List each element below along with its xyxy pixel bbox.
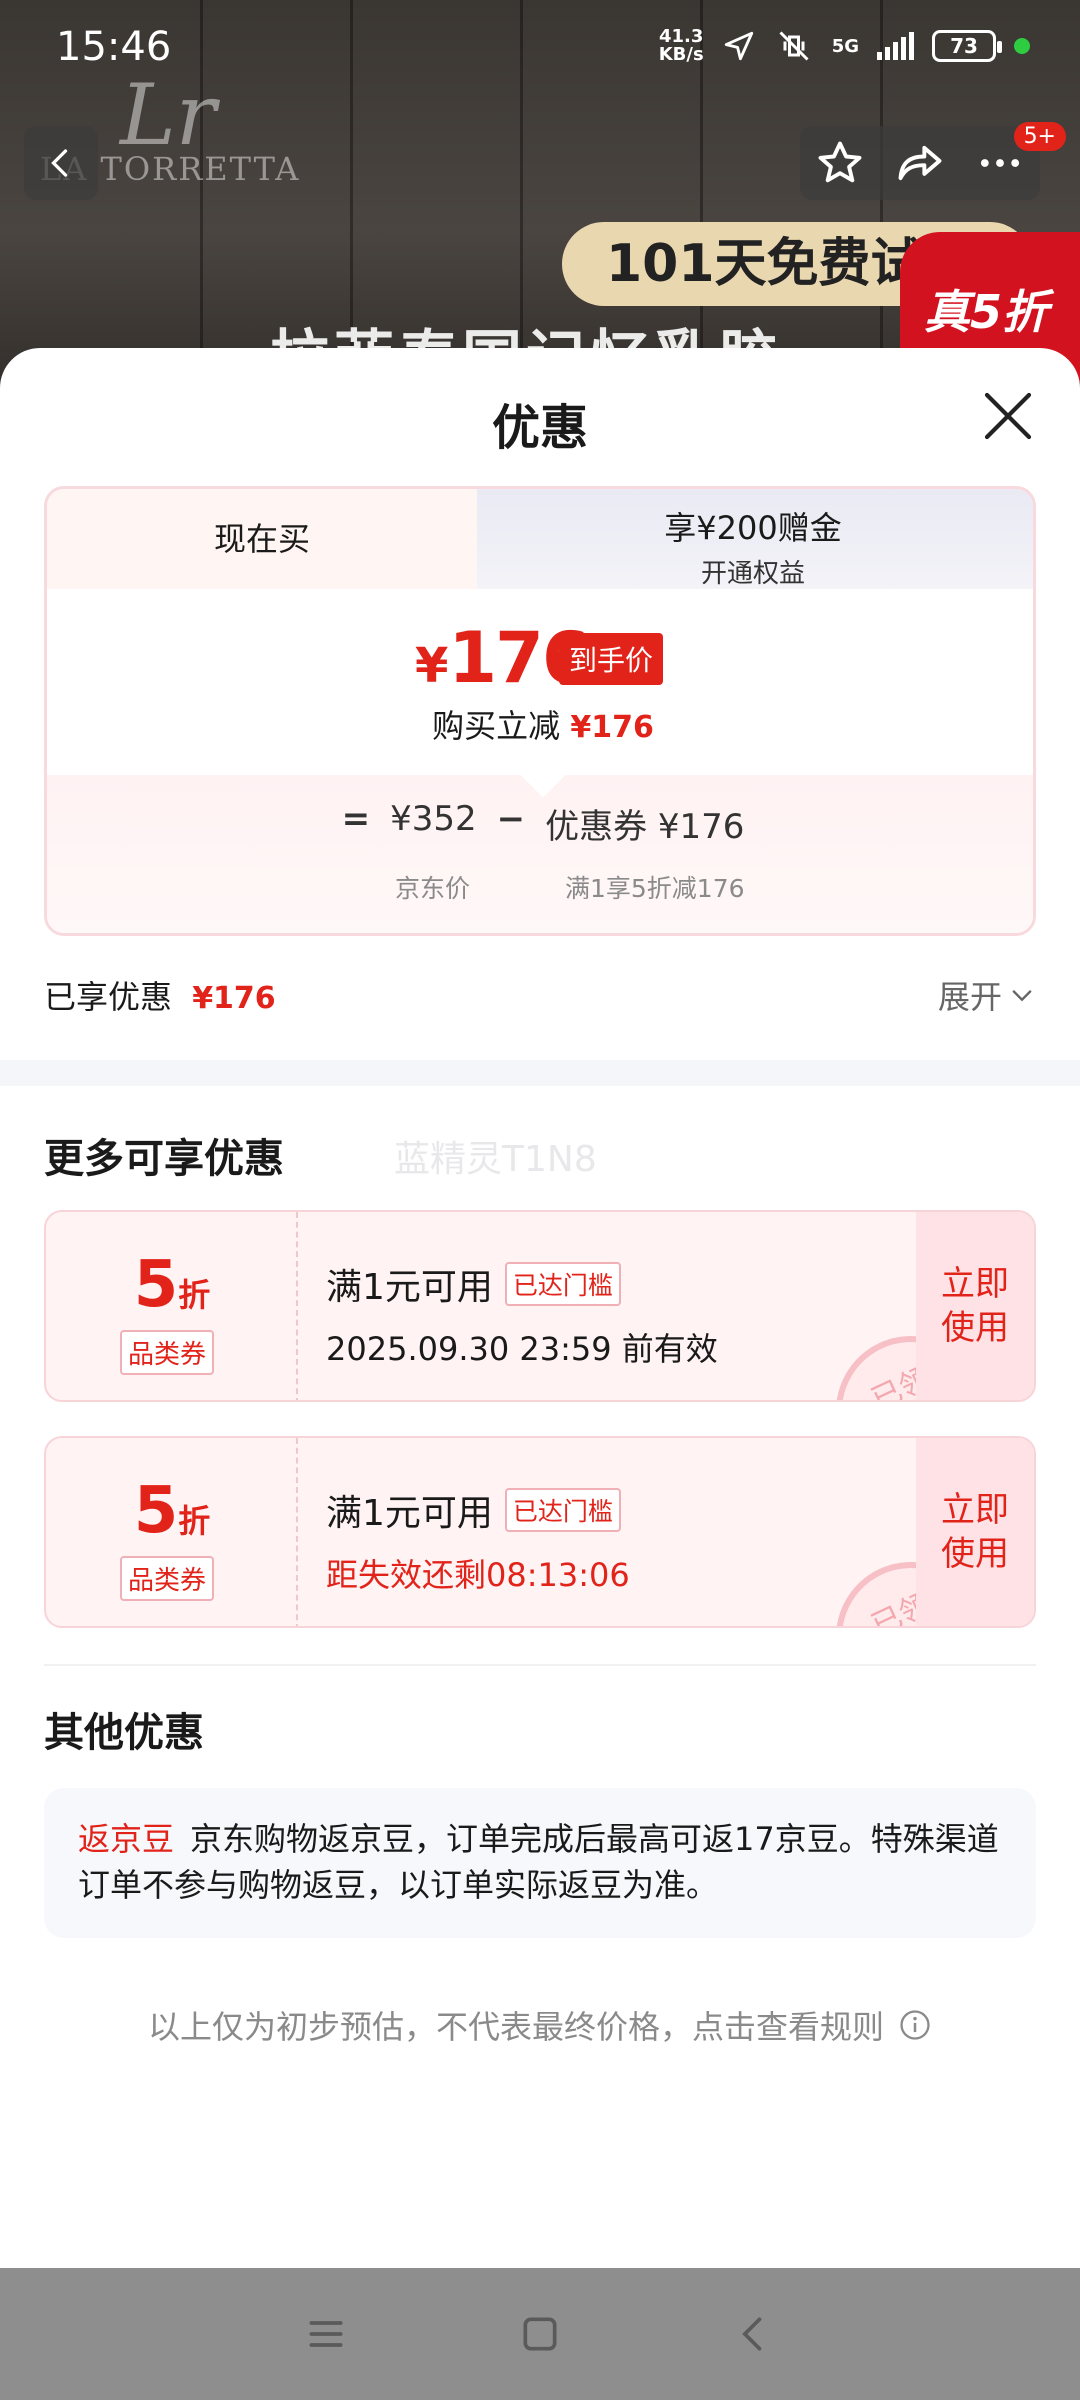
system-nav-bar: [0, 2268, 1080, 2400]
status-icons: 41.3 KB/s 5G 73: [659, 28, 1030, 64]
price-breakdown: = ¥352 − 优惠券 ¥176 京东价 满1享5折减176: [47, 752, 1033, 933]
coupon-condition: 满1元可用: [326, 1493, 493, 1534]
tab-buy-now[interactable]: 现在买: [47, 489, 477, 589]
use-now-label-2: 使用: [941, 1308, 1009, 1348]
info-icon: [900, 2010, 930, 2040]
net-speed: 41.3 KB/s: [659, 28, 704, 64]
menu-icon[interactable]: [304, 2312, 348, 2356]
final-price-section: ¥ 176 到手价 购买立减 ¥176: [47, 589, 1033, 775]
enjoyed-label: 已享优惠: [44, 978, 173, 1016]
discount-sheet: 优惠 享¥200赠金 开通权益 现在买 ¥ 176 到手价 购买立减 ¥176 …: [0, 348, 1080, 2268]
use-now-label-1: 立即: [941, 1490, 1009, 1530]
jd-bean-rebate-box: 返京豆 京东购物返京豆，订单完成后最高可返17京豆。特殊渠道订单不参与购物返豆，以…: [44, 1788, 1036, 1938]
chevron-down-icon: [1012, 990, 1032, 1002]
expand-label: 展开: [937, 978, 1002, 1016]
enjoyed-discount-row: 已享优惠 ¥176 展开: [44, 972, 1036, 1022]
price-formula: = ¥352 − 优惠券 ¥176: [47, 799, 1033, 848]
coupon-discount-unit: 折: [178, 1502, 211, 1540]
use-now-button[interactable]: 立即 使用: [916, 1438, 1034, 1626]
jd-bean-description: 京东购物返京豆，订单完成后最高可返17京豆。特殊渠道订单不参与购物返豆，以订单实…: [78, 1820, 999, 1904]
star-icon[interactable]: [814, 137, 866, 189]
footnote-text: 以上仅为初步预估，不代表最终价格，点击查看规则: [147, 2008, 884, 2046]
section-divider-band: [0, 1060, 1080, 1086]
threshold-badge: 已达门槛: [504, 1262, 621, 1306]
location-icon: [724, 31, 753, 61]
nav-back-icon[interactable]: [732, 2312, 776, 2356]
use-now-button[interactable]: 立即 使用: [916, 1212, 1034, 1400]
tab-membership-subtitle: 开通权益: [700, 559, 805, 589]
mute-vibrate-icon: [779, 31, 809, 61]
coupon-details: 满1元可用 已达门槛 2025.09.30 23:59 前有效: [326, 1258, 718, 1370]
final-price-tag: 到手价: [559, 633, 664, 685]
jd-bean-tag: 返京豆: [78, 1820, 175, 1858]
status-bar: 15:46 41.3 KB/s 5G 73: [0, 0, 1080, 96]
enjoyed-value: ¥176: [192, 981, 276, 1016]
coupon-description: 满1享5折减176: [565, 874, 745, 903]
expand-button[interactable]: 展开: [938, 972, 1036, 1018]
jd-price-label: 京东价: [395, 874, 471, 903]
coupon-category-tag: 品类券: [120, 1556, 215, 1601]
coupon-details: 满1元可用 已达门槛 距失效还剩08:13:06: [326, 1484, 630, 1596]
price-currency: ¥: [415, 638, 449, 694]
message-badge: 5+: [1013, 122, 1066, 151]
coupon-discount-value: 5: [133, 1474, 179, 1548]
home-square-icon[interactable]: [518, 2312, 562, 2356]
coupon-card: 5折 品类券 满1元可用 已达门槛 2025.09.30 23:59 前有效 已…: [44, 1210, 1036, 1402]
signal-icon: [877, 32, 914, 60]
watermark: 蓝精灵T1N8: [394, 1139, 597, 1180]
other-discounts-title: 其他优惠: [44, 1710, 204, 1756]
more-discounts-title: 更多可享优惠: [44, 1136, 284, 1182]
tab-membership-title: 享¥200赠金: [664, 509, 842, 547]
coupon-condition: 满1元可用: [326, 1267, 493, 1308]
minus-sign: −: [496, 799, 526, 839]
rules-footnote[interactable]: 以上仅为初步预估，不代表最终价格，点击查看规则: [0, 2002, 1080, 2048]
price-card: 享¥200赠金 开通权益 现在买 ¥ 176 到手价 购买立减 ¥176 = ¥…: [44, 486, 1036, 936]
share-icon[interactable]: [894, 137, 946, 189]
battery-icon: 73: [932, 30, 1002, 62]
reduction-value: ¥176: [570, 710, 654, 745]
coupon-discount-value: 5: [133, 1248, 179, 1322]
coupon-validity: 2025.09.30 23:59 前有效: [326, 1330, 718, 1368]
coupon-discount-unit: 折: [178, 1276, 211, 1314]
network-type: 5G: [831, 35, 859, 57]
use-now-label-2: 使用: [941, 1534, 1009, 1574]
coupon-category-tag: 品类券: [120, 1330, 215, 1375]
tab-membership[interactable]: 享¥200赠金 开通权益: [467, 489, 1033, 589]
back-button[interactable]: [24, 126, 98, 200]
top-actions: [800, 126, 1040, 200]
close-icon[interactable]: [980, 388, 1036, 444]
coupon-discount: 5折: [46, 1248, 298, 1322]
coupon-deduction: 优惠券 ¥176: [545, 807, 745, 847]
privacy-dot-icon: [1014, 38, 1030, 54]
threshold-badge: 已达门槛: [504, 1488, 621, 1532]
divider: [44, 1664, 1036, 1666]
jd-price: ¥352: [390, 799, 477, 839]
coupon-discount-area: 5折 品类券: [46, 1212, 298, 1400]
use-now-label-1: 立即: [941, 1264, 1009, 1304]
coupon-condition-row: 满1元可用 已达门槛: [326, 1258, 718, 1310]
instant-reduction: 购买立减 ¥176: [47, 701, 1033, 747]
coupon-discount-area: 5折 品类券: [46, 1438, 298, 1626]
coupon-countdown: 距失效还剩08:13:06: [326, 1556, 630, 1594]
coupon-card: 5折 品类券 满1元可用 已达门槛 距失效还剩08:13:06 已领 立即 使用: [44, 1436, 1036, 1628]
chevron-left-icon: [51, 149, 68, 177]
sheet-title: 优惠: [491, 400, 588, 456]
coupon-discount: 5折: [46, 1474, 298, 1548]
status-time: 15:46: [56, 24, 172, 70]
reduction-label: 购买立减: [432, 707, 561, 745]
net-speed-unit: KB/s: [658, 44, 704, 65]
coupon-condition-row: 满1元可用 已达门槛: [326, 1484, 630, 1536]
equals-sign: =: [341, 799, 371, 839]
